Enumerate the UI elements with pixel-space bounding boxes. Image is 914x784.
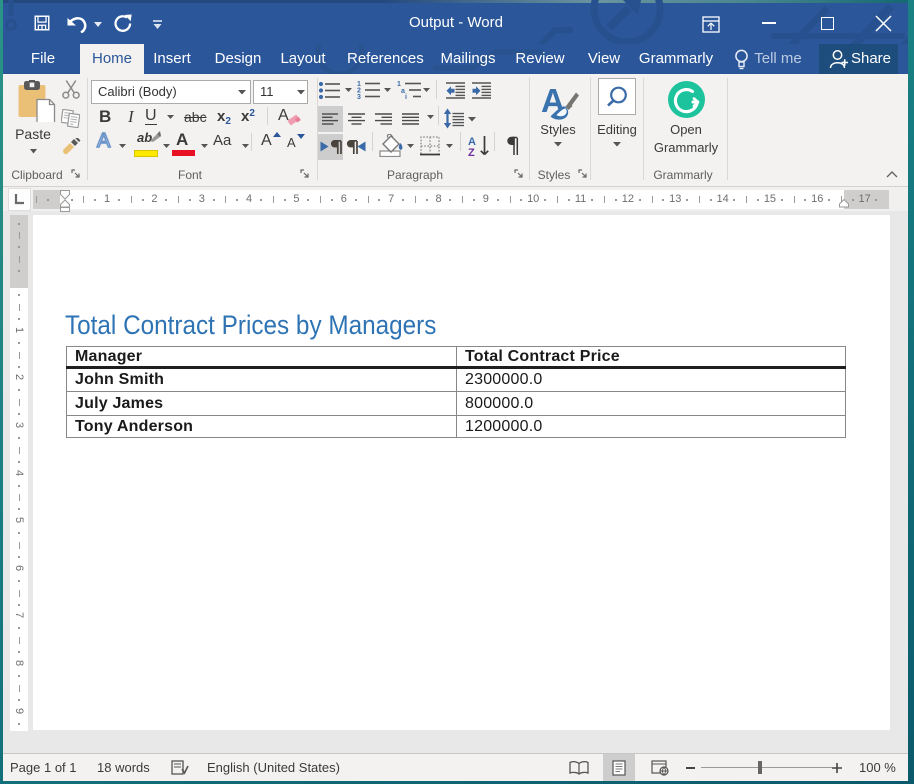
svg-text:3: 3 [357, 94, 361, 99]
svg-text:i: i [405, 94, 407, 99]
svg-text:1: 1 [397, 81, 401, 88]
svg-text:Z: Z [468, 147, 475, 157]
